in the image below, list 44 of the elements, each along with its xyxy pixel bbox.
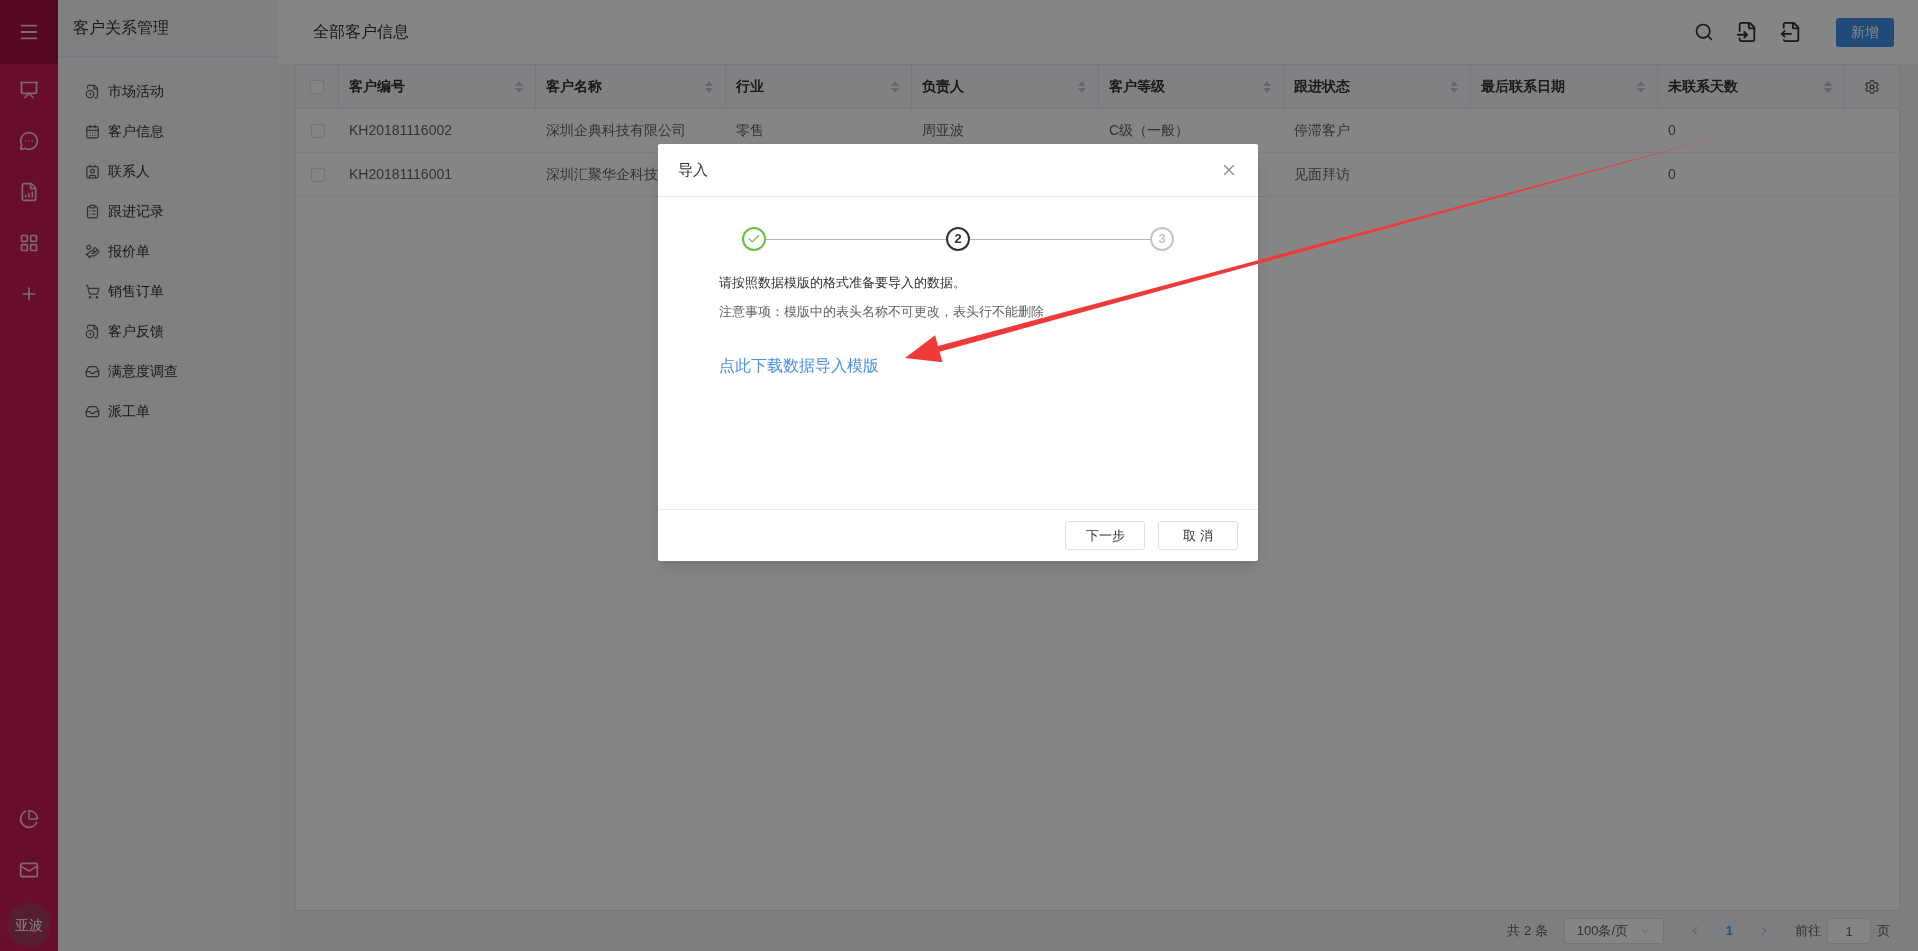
download-template-link[interactable]: 点此下载数据导入模版: [719, 354, 879, 379]
table-cell-text: 0: [1668, 165, 1676, 184]
new-button[interactable]: 新增: [1836, 17, 1894, 47]
total-count: 共 2 条: [1507, 922, 1548, 941]
dialog-title: 导入: [678, 159, 708, 180]
sidebar-item[interactable]: 派工单: [58, 391, 278, 431]
sidebar-item[interactable]: 销售订单: [58, 271, 278, 311]
column-header[interactable]: 客户编号: [339, 65, 536, 108]
table-cell-text: KH20181116001: [349, 165, 453, 184]
table-cell-text: 深圳企典科技有限公司: [546, 121, 686, 140]
table-cell-text: 0: [1668, 121, 1676, 140]
step-number: 2: [946, 227, 970, 251]
goto-suffix: 页: [1877, 922, 1890, 941]
column-header[interactable]: 负责人: [912, 65, 1099, 108]
page-size-select[interactable]: 100条/页: [1563, 918, 1664, 944]
sidebar-item[interactable]: 客户反馈: [58, 311, 278, 351]
user-avatar[interactable]: 亚波: [7, 903, 51, 947]
table-cell-text: 零售: [736, 121, 764, 140]
sidebar-item[interactable]: 报价单: [58, 231, 278, 271]
instruction-text: 请按照数据模版的格式准备要导入的数据。: [719, 274, 967, 292]
table-cell-text: 周亚波: [922, 121, 964, 140]
note-text: 注意事项：模版中的表头名称不可更改，表头行不能删除: [719, 303, 1044, 321]
sidebar-item[interactable]: 联系人: [58, 151, 278, 191]
table-cell-text: 深圳汇聚华企科技: [546, 165, 658, 184]
sidebar-item[interactable]: 跟进记录: [58, 191, 278, 231]
column-header[interactable]: 未联系天数: [1658, 65, 1845, 108]
table-cell-text: 见面拜访: [1294, 165, 1350, 184]
page-title: 全部客户信息: [313, 22, 409, 42]
column-header[interactable]: 行业: [726, 65, 912, 108]
table-cell-text: C级（一般）: [1109, 121, 1190, 140]
sidebar-item[interactable]: 市场活动: [58, 71, 278, 111]
column-header[interactable]: 客户名称: [536, 65, 726, 108]
sidebar-item[interactable]: 客户信息: [58, 111, 278, 151]
goto-label: 前往: [1795, 922, 1821, 941]
dialog-button[interactable]: 取 消: [1158, 521, 1238, 550]
column-header[interactable]: 最后联系日期: [1471, 65, 1658, 108]
sidebar-item[interactable]: 满意度调查: [58, 351, 278, 391]
table-cell-text: 停滞客户: [1294, 121, 1350, 140]
table-cell-text: KH20181116002: [349, 121, 453, 140]
dialog-button[interactable]: 下一步: [1065, 521, 1145, 550]
column-header[interactable]: 跟进状态: [1284, 65, 1471, 108]
step-number: 3: [1150, 227, 1174, 251]
page-input[interactable]: 1: [1827, 918, 1871, 944]
column-header[interactable]: 客户等级: [1099, 65, 1284, 108]
